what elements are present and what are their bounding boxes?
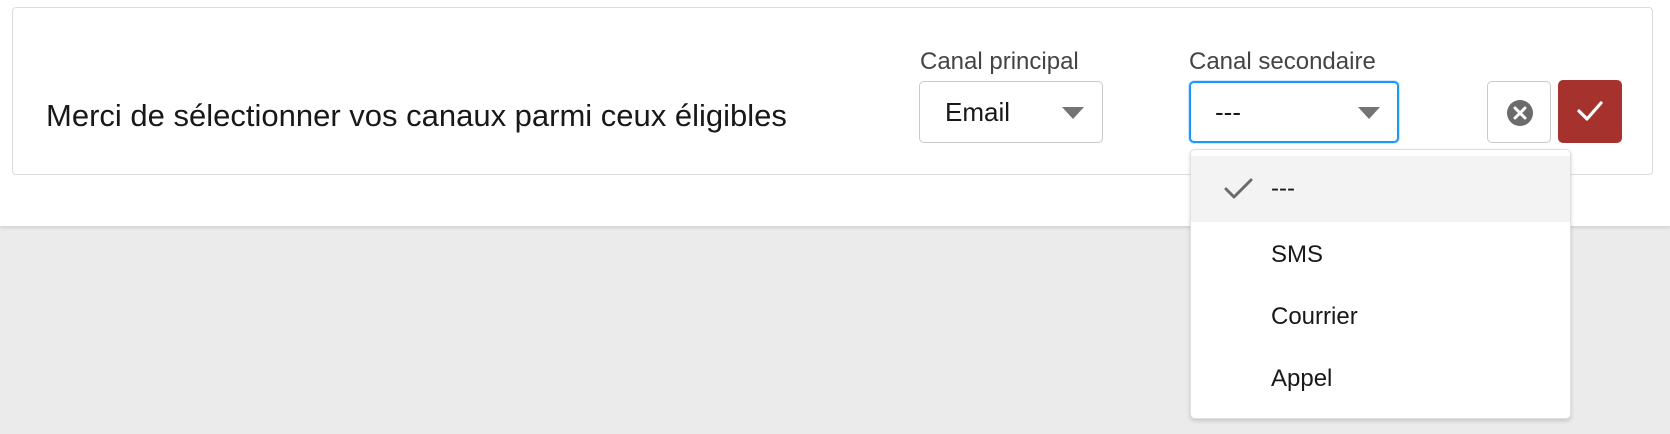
dropdown-option[interactable]: Appel [1191, 346, 1570, 412]
primary-channel-select[interactable]: Email [919, 81, 1103, 143]
secondary-channel-label: Canal secondaire [1189, 48, 1376, 75]
primary-channel-label: Canal principal [920, 48, 1079, 75]
chevron-down-icon [1358, 107, 1380, 119]
cancel-button[interactable] [1487, 81, 1551, 143]
close-circle-icon [1507, 100, 1533, 126]
dropdown-option-label: Courrier [1271, 303, 1358, 330]
check-icon [1224, 178, 1253, 199]
dropdown-option-label: Appel [1271, 365, 1333, 392]
dropdown-option-label: SMS [1271, 241, 1324, 268]
chevron-down-icon [1062, 107, 1084, 119]
confirm-button[interactable] [1558, 80, 1622, 143]
dropdown-option-label: --- [1271, 175, 1295, 202]
secondary-channel-value: --- [1215, 97, 1241, 127]
dropdown-option[interactable]: --- [1191, 156, 1570, 222]
primary-channel-value: Email [945, 97, 1011, 127]
secondary-channel-dropdown: --- SMS Courrier Appel [1190, 149, 1571, 419]
check-icon [1577, 101, 1603, 121]
dropdown-option[interactable]: Courrier [1191, 284, 1570, 350]
prompt-text: Merci de sélectionner vos canaux parmi c… [46, 98, 787, 133]
secondary-channel-select[interactable]: --- [1189, 81, 1399, 143]
dropdown-option[interactable]: SMS [1191, 222, 1570, 288]
